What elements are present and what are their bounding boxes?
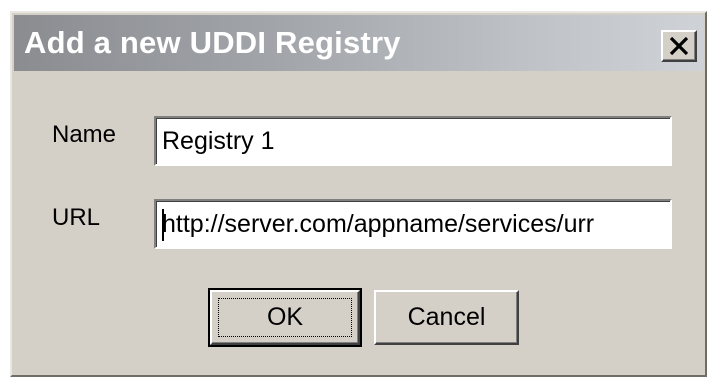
cancel-button[interactable]: Cancel bbox=[374, 290, 519, 345]
text-caret bbox=[162, 209, 164, 241]
add-uddi-registry-dialog: Add a new UDDI Registry Name Registry 1 … bbox=[10, 11, 707, 377]
name-input[interactable]: Registry 1 bbox=[154, 116, 672, 166]
ok-button-label: OK bbox=[266, 303, 304, 331]
url-label: URL bbox=[52, 204, 101, 231]
close-icon bbox=[669, 37, 689, 55]
dialog-title: Add a new UDDI Registry bbox=[24, 25, 401, 60]
cancel-button-label: Cancel bbox=[407, 303, 486, 331]
name-label: Name bbox=[52, 121, 117, 148]
close-button[interactable] bbox=[661, 30, 697, 62]
url-input-value: http://server.com/appname/services/urr bbox=[162, 210, 595, 238]
title-bar[interactable]: Add a new UDDI Registry bbox=[14, 15, 703, 71]
ok-button[interactable]: OK bbox=[208, 288, 362, 347]
url-input[interactable]: http://server.com/appname/services/urr bbox=[154, 199, 672, 249]
